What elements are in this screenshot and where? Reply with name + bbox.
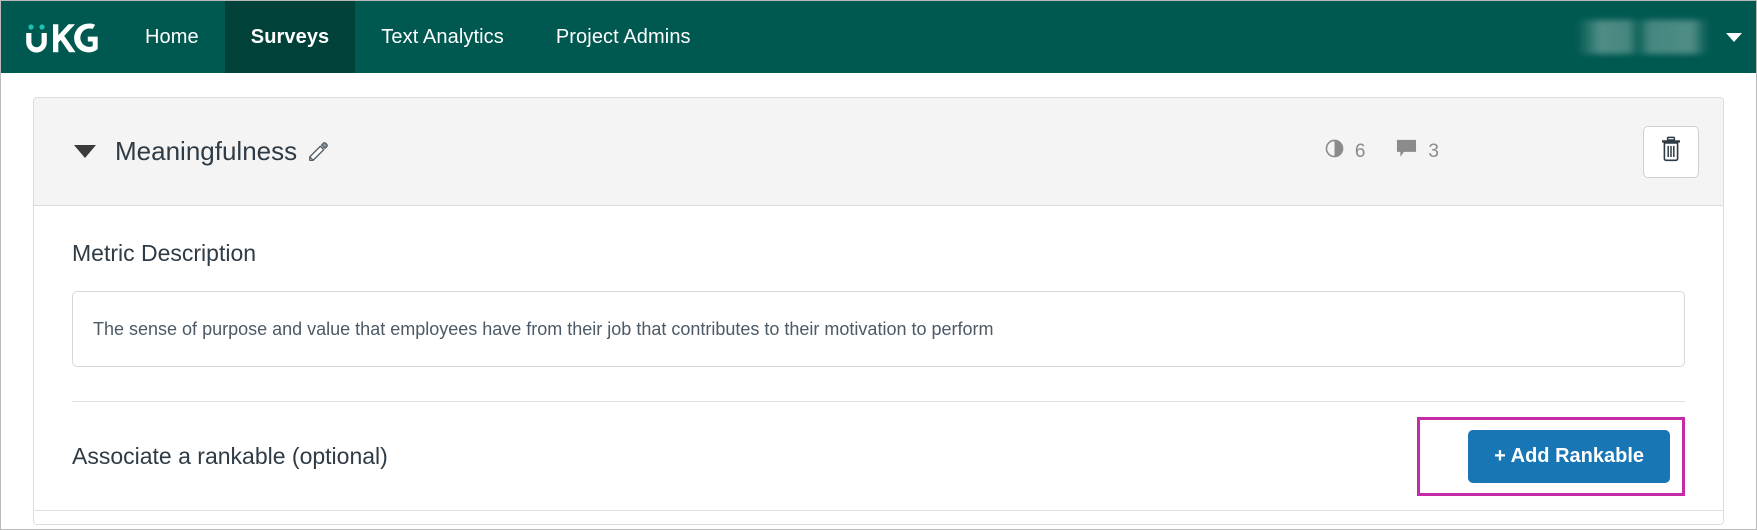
metric-description-heading: Metric Description <box>72 240 257 266</box>
metric-stats: 6 3 <box>1324 138 1439 165</box>
contrast-icon <box>1324 138 1345 165</box>
page-content: Meaningfulness 6 3 Metric Description Th… <box>1 73 1756 525</box>
nav-item-home-label: Home <box>145 25 199 48</box>
chevron-down-icon[interactable] <box>1726 32 1742 42</box>
metric-description-value: The sense of purpose and value that empl… <box>93 318 994 339</box>
comment-icon <box>1395 138 1418 165</box>
associate-rankable-section: Associate a rankable (optional) + Add Ra… <box>34 402 1723 510</box>
trash-icon <box>1659 136 1683 167</box>
nav-item-surveys[interactable]: Surveys <box>224 1 356 73</box>
metric-description-input[interactable]: The sense of purpose and value that empl… <box>72 291 1685 367</box>
ukg-logo-mark <box>22 20 98 54</box>
nav-items: Home Surveys Text Analytics Project Admi… <box>119 1 717 73</box>
user-menu[interactable] <box>1576 1 1756 73</box>
collapse-triangle-icon[interactable] <box>74 145 96 158</box>
pencil-icon[interactable] <box>307 141 329 163</box>
nav-item-project-admins-label: Project Admins <box>555 25 691 48</box>
card-bottom-divider <box>34 510 1723 524</box>
stat-comments-value: 3 <box>1428 140 1439 162</box>
add-rankable-button[interactable]: + Add Rankable <box>1468 429 1670 483</box>
metric-card-header: Meaningfulness 6 3 <box>34 98 1723 206</box>
metric-description-section: Metric Description The sense of purpose … <box>34 206 1723 402</box>
user-name-redacted <box>1576 20 1710 54</box>
nav-item-home[interactable]: Home <box>119 1 225 73</box>
delete-metric-button[interactable] <box>1643 125 1699 178</box>
nav-item-project-admins[interactable]: Project Admins <box>530 1 717 73</box>
top-navigation-bar: Home Surveys Text Analytics Project Admi… <box>1 1 1756 73</box>
associate-rankable-label: Associate a rankable (optional) <box>72 442 388 469</box>
stat-contrast-value: 6 <box>1354 140 1366 162</box>
nav-item-text-analytics[interactable]: Text Analytics <box>355 1 530 73</box>
nav-item-surveys-label: Surveys <box>250 25 330 48</box>
stat-comments[interactable]: 3 <box>1395 138 1439 165</box>
page-title: Meaningfulness <box>115 136 298 166</box>
ukg-logo[interactable] <box>1 1 119 73</box>
app-window: Home Surveys Text Analytics Project Admi… <box>0 0 1757 530</box>
add-rankable-highlight: + Add Rankable <box>1417 416 1685 496</box>
metric-card: Meaningfulness 6 3 Metric Description Th… <box>33 97 1724 525</box>
nav-item-text-analytics-label: Text Analytics <box>381 25 504 48</box>
stat-contrast[interactable]: 6 <box>1324 138 1366 165</box>
